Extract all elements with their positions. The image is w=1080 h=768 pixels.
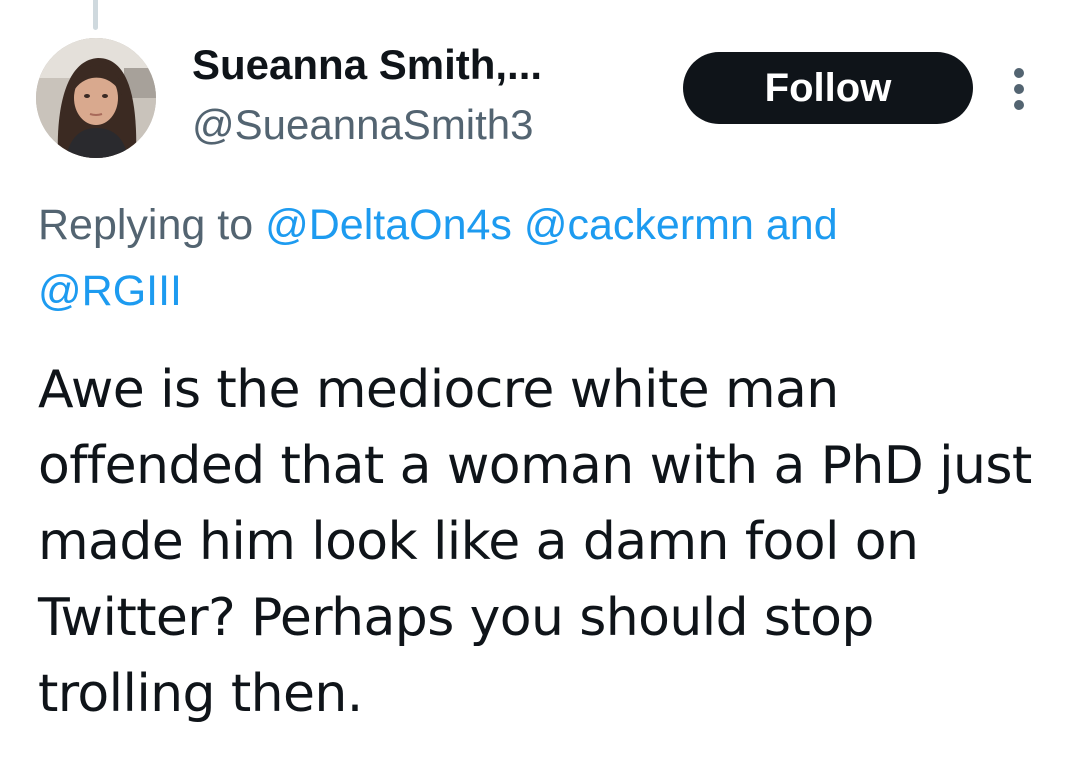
mention-conjunction[interactable]: and <box>766 201 838 249</box>
reply-context: Replying to @DeltaOn4s @cackermn and @RG… <box>38 192 1048 324</box>
avatar-photo <box>36 38 156 158</box>
follow-button[interactable]: Follow <box>683 52 973 124</box>
mention-link[interactable]: @DeltaOn4s <box>265 201 512 249</box>
tweet-text: Awe is the mediocre white man offended t… <box>38 360 1032 724</box>
thread-connector-line <box>93 0 98 30</box>
reply-context-prefix: Replying to <box>38 201 254 249</box>
author-handle[interactable]: @SueannaSmith3 <box>192 100 534 150</box>
author-display-name[interactable]: Sueanna Smith,... <box>192 40 542 90</box>
vertical-ellipsis-icon <box>1014 68 1024 110</box>
mention-link[interactable]: @RGIII <box>38 267 182 315</box>
avatar[interactable] <box>36 38 156 158</box>
more-options-button[interactable] <box>1004 62 1034 116</box>
mention-link[interactable]: @cackermn <box>524 201 754 249</box>
